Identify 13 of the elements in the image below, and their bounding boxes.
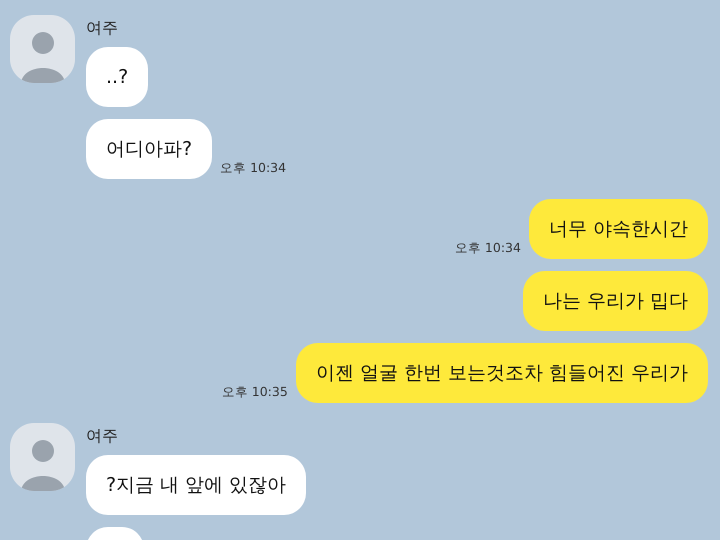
sender-name: 여주 bbox=[86, 18, 119, 39]
message-bubble: 이젠 얼굴 한번 보는것조차 힘들어진 우리가 bbox=[296, 343, 708, 403]
message-bubble: 너무 야속한시간 bbox=[528, 199, 708, 259]
message-bubble: ..? bbox=[86, 47, 148, 107]
message-time: 오후 10:34 bbox=[454, 240, 521, 257]
profile-avatar[interactable] bbox=[10, 423, 75, 491]
message-bubble: ?지금 내 앞에 있잖아 bbox=[86, 455, 306, 515]
message-time: 오후 10:34 bbox=[220, 160, 286, 177]
sender-name: 여주 bbox=[86, 426, 119, 447]
message-bubble: 어디아파? bbox=[86, 119, 212, 179]
message-bubble: 나는 우리가 밉다 bbox=[522, 271, 708, 331]
profile-avatar[interactable] bbox=[10, 15, 75, 83]
message-time: 오후 10:35 bbox=[222, 384, 288, 401]
